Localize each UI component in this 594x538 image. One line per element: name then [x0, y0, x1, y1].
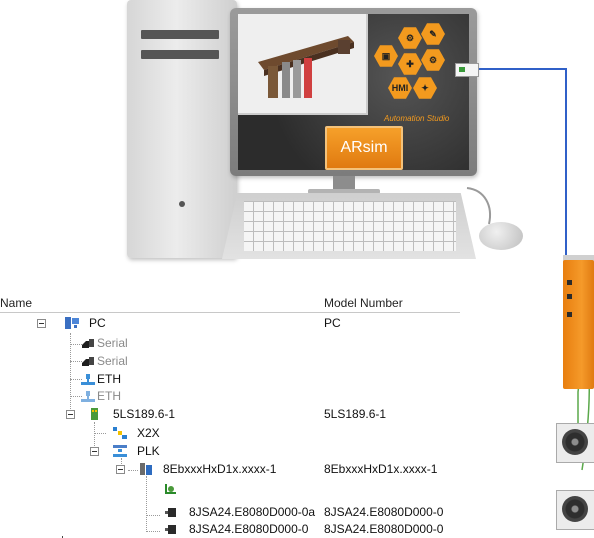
tree-row-axis[interactable]: [0, 482, 460, 500]
collapse-toggle[interactable]: [90, 447, 99, 456]
powerlink-icon: [113, 445, 127, 457]
automation-studio-label: Automation Studio: [384, 114, 450, 123]
tree-label: ETH: [97, 372, 121, 386]
drive-bay: [141, 30, 219, 39]
tool-hex-icon: ✎: [421, 23, 445, 45]
servo-drive-icon: [140, 463, 152, 475]
mouse-illustration: [479, 222, 523, 250]
model-number: 8EbxxxHxD1x.xxxx-1: [324, 462, 438, 476]
ethernet-icon: [81, 391, 95, 402]
header-divider: [0, 312, 460, 313]
pc-icon: [65, 317, 79, 329]
pc-tower-illustration: [127, 0, 237, 258]
tool-hex-icon: ▣: [374, 45, 398, 67]
tree-row-motor[interactable]: 8JSA24.E8080D000-0 8JSA24.E8080D000-0: [0, 521, 460, 537]
model-number: 8JSA24.E8080D000-0: [324, 505, 444, 519]
arsim-badge: ARsim: [325, 126, 403, 170]
tree-label: 8JSA24.E8080D000-0a: [189, 505, 316, 519]
hmi-hex-icon: HMI: [388, 77, 412, 99]
collapse-toggle[interactable]: [66, 410, 75, 419]
hmi-label: HMI: [391, 83, 409, 93]
motor-icon: [165, 508, 176, 517]
conveyor-machine-illustration: [258, 36, 354, 98]
column-header-name[interactable]: Name: [0, 296, 32, 310]
plc-icon: [91, 408, 98, 420]
tree-row-pc[interactable]: PC PC: [0, 315, 460, 331]
motor-icon: [165, 525, 176, 534]
tree-label: ETH: [97, 389, 121, 403]
monitor-stand: [333, 176, 355, 190]
monitor-illustration: ⚙ ✎ ▣ ✚ ⚙ HMI ✦ Automation Studio ARsim: [230, 8, 477, 176]
tree-row-plk[interactable]: PLK: [0, 443, 460, 459]
tree-label: Serial: [97, 336, 128, 350]
tool-hex-icon: ⚙: [421, 49, 445, 71]
tree-label: PLK: [137, 444, 160, 458]
tree-label: X2X: [137, 426, 160, 440]
collapse-toggle[interactable]: [37, 319, 46, 328]
tool-hex-icon: ✚: [398, 53, 422, 75]
drive-terminal: [567, 280, 572, 285]
tree-label: 8JSA24.E8080D000-0: [189, 522, 309, 536]
tool-hex-icon: ⚙: [398, 27, 422, 49]
model-number: 8JSA24.E8080D000-0: [324, 522, 444, 536]
tree-row-serial[interactable]: Serial: [0, 353, 460, 369]
serial-port-icon: [82, 357, 94, 366]
model-number: PC: [324, 316, 341, 330]
ethernet-icon: [81, 374, 95, 385]
tree-row-drive[interactable]: 8EbxxxHxD1x.xxxx-1 8EbxxxHxD1x.xxxx-1: [0, 461, 460, 477]
tree-label: PC: [89, 316, 106, 330]
collapse-toggle[interactable]: [116, 465, 125, 474]
tree-row-serial[interactable]: Serial: [0, 335, 460, 351]
tree-row-eth[interactable]: ETH: [0, 371, 460, 387]
tool-hex-icon: ✦: [413, 77, 437, 99]
ethernet-plug-icon: [455, 63, 479, 77]
monitor-screen: ⚙ ✎ ▣ ✚ ⚙ HMI ✦ Automation Studio ARsim: [238, 14, 469, 170]
column-header-model[interactable]: Model Number: [324, 296, 403, 310]
model-number: 5LS189.6-1: [324, 407, 387, 421]
keyboard-illustration: [222, 193, 476, 259]
tree-label: Serial: [97, 354, 128, 368]
serial-port-icon: [82, 339, 94, 348]
axis-icon: [165, 484, 176, 494]
tree-row-eth[interactable]: ETH: [0, 388, 460, 404]
tree-row-plc[interactable]: 5LS189.6-1 5LS189.6-1: [0, 406, 460, 422]
tree-label: 5LS189.6-1: [113, 407, 176, 421]
simulation-3d-view: [238, 14, 368, 115]
hardware-tree: Name Model Number PC PC Serial Serial ET…: [0, 296, 594, 538]
mouse-cable: [466, 187, 491, 225]
tree-label: 8EbxxxHxD1x.xxxx-1: [163, 462, 277, 476]
tree-row-x2x[interactable]: X2X: [0, 425, 460, 441]
tree-row-motor[interactable]: 8JSA24.E8080D000-0a 8JSA24.E8080D000-0: [0, 504, 460, 520]
keyboard-keys: [244, 201, 456, 251]
drive-bay: [141, 50, 219, 59]
x2x-bus-icon: [113, 427, 127, 439]
power-button: [179, 201, 185, 207]
